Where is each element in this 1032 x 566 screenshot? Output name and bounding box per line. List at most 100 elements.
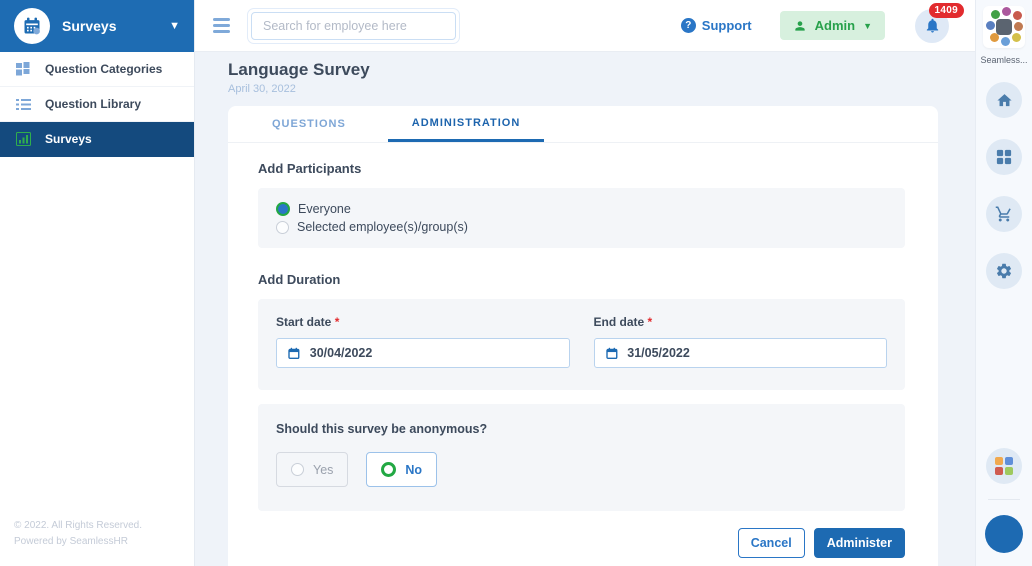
calendar-icon bbox=[24, 17, 40, 35]
search-input[interactable] bbox=[251, 11, 456, 40]
sidebar-item-label: Question Library bbox=[45, 97, 142, 111]
radio-label: Everyone bbox=[298, 202, 351, 216]
home-button[interactable] bbox=[986, 82, 1022, 118]
right-app-rail: Seamless... bbox=[975, 0, 1032, 566]
anonymous-options: Yes No bbox=[276, 452, 887, 487]
rail-icons bbox=[986, 82, 1022, 289]
user-icon bbox=[794, 20, 805, 31]
module-title: Surveys bbox=[62, 18, 117, 34]
center-column: ? Support Admin ▼ 1409 Language Survey A… bbox=[195, 0, 975, 566]
support-link[interactable]: ? Support bbox=[680, 18, 752, 33]
sidebar-nav: Question Categories Question Library Sur… bbox=[0, 52, 194, 157]
calendar-icon bbox=[605, 347, 617, 359]
tab-administration[interactable]: ADMINISTRATION bbox=[387, 106, 545, 142]
required-marker: * bbox=[647, 315, 653, 329]
radio-option-yes[interactable]: Yes bbox=[276, 452, 349, 487]
app-launcher-button[interactable] bbox=[986, 448, 1022, 484]
bell-icon bbox=[926, 18, 938, 33]
anonymous-panel: Should this survey be anonymous? Yes No bbox=[258, 404, 905, 511]
start-date-field: Start date * bbox=[276, 313, 570, 368]
sidebar-item-question-library[interactable]: Question Library bbox=[0, 87, 194, 122]
logo-dot bbox=[986, 21, 995, 30]
duration-panel: Start date * End date * bbox=[258, 299, 905, 390]
end-date-field: End date * bbox=[593, 313, 887, 368]
page-title: Language Survey bbox=[228, 60, 370, 79]
end-date-label: End date * bbox=[593, 315, 653, 329]
sidebar-item-label: Question Categories bbox=[45, 62, 163, 76]
logo-dot bbox=[1013, 11, 1022, 20]
administration-panel: Add Participants Everyone Selected emplo… bbox=[228, 143, 938, 558]
notification-count-badge: 1409 bbox=[928, 2, 964, 18]
chevron-down-icon: ▼ bbox=[169, 20, 180, 32]
cart-icon bbox=[995, 206, 1011, 222]
admin-menu-button[interactable]: Admin ▼ bbox=[779, 11, 885, 40]
user-avatar[interactable] bbox=[985, 515, 1023, 553]
radio-label: No bbox=[405, 462, 423, 477]
modules-button[interactable] bbox=[986, 139, 1022, 175]
calendar-icon bbox=[288, 347, 300, 359]
survey-date: April 30, 2022 bbox=[228, 83, 296, 95]
survey-card: QUESTIONS ADMINISTRATION Add Participant… bbox=[228, 106, 938, 566]
chevron-down-icon: ▼ bbox=[863, 20, 872, 31]
seamlesshr-logo[interactable] bbox=[983, 6, 1025, 48]
tab-bar: QUESTIONS ADMINISTRATION bbox=[228, 106, 938, 143]
main-content: Language Survey April 30, 2022 QUESTIONS… bbox=[195, 52, 975, 566]
home-icon bbox=[996, 93, 1012, 106]
form-actions: Cancel Administer bbox=[258, 528, 905, 558]
administer-button[interactable]: Administer bbox=[813, 528, 905, 558]
radio-label: Yes bbox=[313, 462, 334, 477]
logo-dot bbox=[1012, 33, 1021, 42]
participants-panel: Everyone Selected employee(s)/group(s) bbox=[258, 188, 905, 248]
start-date-input-wrap[interactable] bbox=[276, 338, 570, 368]
list-icon bbox=[15, 96, 31, 112]
radio-selected-icon bbox=[381, 462, 397, 477]
cancel-button[interactable]: Cancel bbox=[737, 528, 805, 558]
grid-icon bbox=[15, 61, 31, 77]
left-sidebar: Surveys ▼ Question Categories Question L… bbox=[0, 0, 195, 566]
duration-heading: Add Duration bbox=[258, 272, 341, 287]
start-date-input[interactable] bbox=[309, 346, 559, 360]
powered-by-line: Powered by SeamlessHR bbox=[14, 536, 128, 547]
radio-option-everyone[interactable]: Everyone bbox=[276, 200, 887, 218]
radio-option-no[interactable]: No bbox=[366, 452, 438, 487]
radio-unselected-icon bbox=[276, 220, 289, 234]
support-label: Support bbox=[701, 18, 752, 33]
grid-icon bbox=[996, 149, 1012, 165]
sidebar-item-question-categories[interactable]: Question Categories bbox=[0, 52, 194, 87]
search-box bbox=[247, 7, 460, 44]
module-logo bbox=[14, 8, 50, 44]
participants-heading: Add Participants bbox=[258, 161, 362, 176]
copyright-footer: © 2022. All Rights Reserved. Powered by … bbox=[0, 506, 194, 566]
radio-selected-icon bbox=[276, 202, 290, 216]
logo-dot bbox=[991, 10, 1000, 19]
marketplace-button[interactable] bbox=[986, 196, 1022, 232]
hamburger-menu-icon[interactable] bbox=[213, 18, 230, 33]
sidebar-item-label: Surveys bbox=[45, 132, 92, 146]
required-marker: * bbox=[334, 315, 340, 329]
start-date-label: Start date * bbox=[276, 315, 340, 329]
top-bar: ? Support Admin ▼ 1409 bbox=[195, 0, 975, 52]
rail-divider bbox=[988, 499, 1020, 500]
app-window: Surveys ▼ Question Categories Question L… bbox=[0, 0, 1032, 566]
radio-label: Selected employee(s)/group(s) bbox=[297, 220, 468, 234]
app-label: Seamless... bbox=[980, 55, 1028, 65]
notifications-button[interactable]: 1409 bbox=[915, 2, 964, 43]
radio-unselected-icon bbox=[291, 463, 304, 476]
end-date-input-wrap[interactable] bbox=[593, 338, 887, 368]
radio-option-selected-employees[interactable]: Selected employee(s)/group(s) bbox=[276, 218, 887, 236]
anonymous-question: Should this survey be anonymous? bbox=[276, 422, 488, 436]
help-icon: ? bbox=[680, 18, 696, 33]
sidebar-item-surveys[interactable]: Surveys bbox=[0, 122, 194, 157]
apps-icon bbox=[995, 457, 1013, 475]
logo-dot bbox=[1001, 37, 1010, 46]
admin-label: Admin bbox=[814, 18, 856, 33]
logo-center-square bbox=[996, 19, 1012, 35]
logo-dot bbox=[1002, 7, 1011, 16]
end-date-input[interactable] bbox=[627, 346, 876, 360]
gear-icon bbox=[996, 263, 1012, 279]
tab-questions[interactable]: QUESTIONS bbox=[258, 106, 360, 142]
logo-dot bbox=[990, 33, 999, 42]
module-switcher[interactable]: Surveys ▼ bbox=[0, 0, 194, 52]
logo-dot bbox=[1014, 22, 1023, 31]
settings-button[interactable] bbox=[986, 253, 1022, 289]
